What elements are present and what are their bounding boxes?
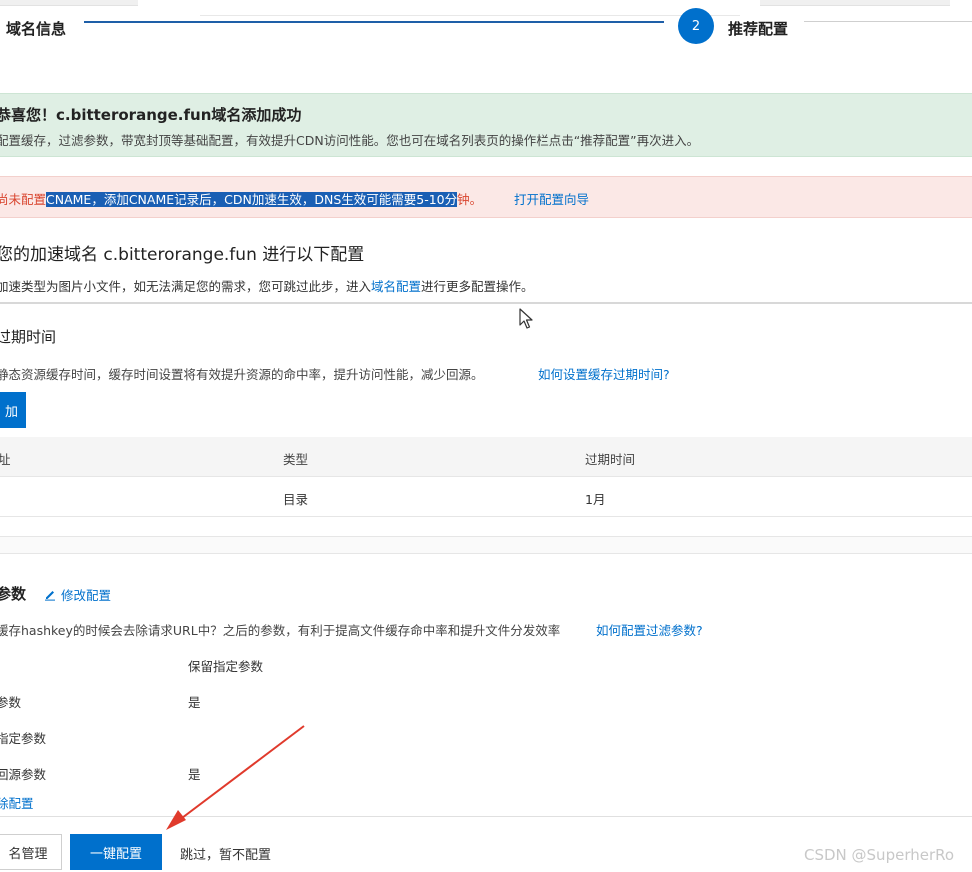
open-config-wizard-link[interactable]: 打开配置向导: [514, 189, 589, 208]
table-row: [0, 477, 972, 517]
add-expiry-button[interactable]: 加: [0, 392, 26, 428]
edit-filter-config-link[interactable]: 修改配置: [44, 585, 111, 604]
filter-item-value: 是: [188, 695, 201, 710]
skip-config-link[interactable]: 跳过，暂不配置: [180, 844, 271, 863]
section-divider: [0, 302, 972, 304]
warning-suffix: 钟。: [457, 192, 483, 207]
warning-selected-text[interactable]: CNAME，添加CNAME记录后，CDN加速生效，DNS生效可能需要5-10分: [46, 192, 458, 207]
expiry-help-link[interactable]: 如何设置缓存过期时间?: [538, 364, 670, 383]
step-line-completed: [84, 21, 664, 23]
mouse-cursor-icon: [519, 308, 533, 329]
expiry-description: 静态资源缓存时间，缓存时间设置将有效提升资源的命中率，提升访问性能，减少回源。: [0, 367, 484, 382]
edit-filter-config-label: 修改配置: [61, 588, 112, 603]
section-separator: [0, 536, 972, 554]
one-click-config-button[interactable]: 一键配置: [70, 834, 162, 870]
cell-expire: 1月: [585, 492, 606, 507]
warning-prefix: 尚未配置: [0, 192, 47, 207]
filter-section-title: 参数: [0, 585, 27, 603]
cell-type: 目录: [283, 492, 309, 507]
step-line-pending: [804, 21, 972, 22]
delete-config-link[interactable]: 除配置: [0, 793, 34, 812]
filter-help-link[interactable]: 如何配置过滤参数?: [596, 620, 703, 639]
config-title: 您的加速域名 c.bitterorange.fun 进行以下配置: [0, 245, 365, 265]
red-arrow-annotation-icon: [166, 725, 305, 830]
config-sub-suffix: 进行更多配置操作。: [421, 279, 534, 294]
config-sub-prefix: 加速类型为图片小文件，如无法满足您的需求，您可跳过此步，进入: [0, 279, 372, 294]
top-strip-left: [0, 0, 138, 6]
domain-management-button[interactable]: 名管理: [0, 834, 62, 870]
step2-circle: 2: [678, 8, 714, 44]
success-description: 配置缓存，过滤参数，带宽封顶等基础配置，有效提升CDN访问性能。您也可在域名列表…: [0, 133, 700, 148]
watermark: CSDN @SuperherRo: [804, 846, 955, 864]
top-strip-right: [760, 0, 950, 6]
column-header-address: 址: [0, 452, 11, 467]
filter-description: 缓存hashkey的时候会去除请求URL中？之后的参数，有利于提高文件缓存命中率…: [0, 623, 561, 638]
filter-item-label: 回源参数: [0, 767, 47, 782]
column-header-type: 类型: [283, 452, 309, 467]
top-strip-middle: [200, 10, 740, 16]
filter-item-label: 指定参数: [0, 731, 47, 746]
filter-column-header: 保留指定参数: [188, 659, 264, 674]
expiry-section-title: 过期时间: [0, 328, 57, 346]
edit-pencil-icon: [45, 591, 55, 601]
success-title: 恭喜您！c.bitterorange.fun域名添加成功: [0, 106, 302, 124]
warning-text: 尚未配置CNAME，添加CNAME记录后，CDN加速生效，DNS生效可能需要5-…: [0, 189, 482, 208]
column-header-expire: 过期时间: [585, 452, 636, 467]
step1-label: 域名信息: [6, 20, 67, 38]
filter-item-label: 参数: [0, 695, 22, 710]
expiry-table-header: [0, 437, 972, 477]
config-subtitle: 加速类型为图片小文件，如无法满足您的需求，您可跳过此步，进入域名配置进行更多配置…: [0, 276, 534, 295]
domain-config-link[interactable]: 域名配置: [371, 279, 421, 294]
step2-label: 推荐配置: [728, 20, 789, 38]
